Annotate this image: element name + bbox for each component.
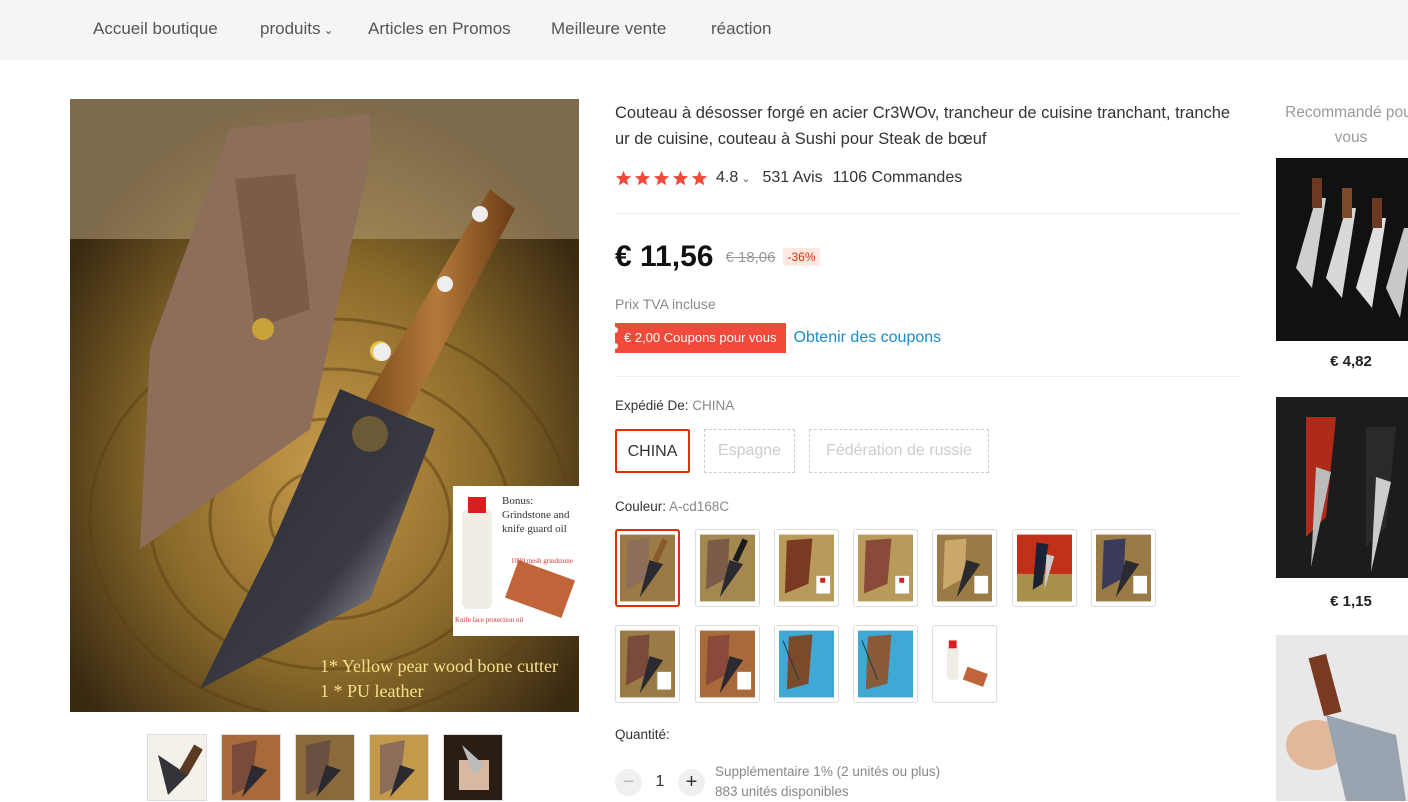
product-title: Couteau à désosser forgé en acier Cr3WOv… [615,104,1231,148]
discount-badge: -36% [783,248,820,266]
color-label-text: Couleur: [615,499,667,514]
recommended-product-image[interactable] [1276,635,1408,801]
bulk-discount-note: Supplémentaire 1% (2 unités ou plus) [715,764,941,779]
ship-option-russia[interactable]: Fédération de russie [809,429,989,473]
nav-item-products-label: produits [260,19,321,38]
oil-caption: Knife lace protection oil [455,616,524,624]
star-icon [653,170,670,185]
color-swatch[interactable] [853,529,918,607]
get-coupons-link[interactable]: Obtenir des coupons [794,329,942,347]
color-swatch[interactable] [932,529,997,607]
recommended-price: € 1,15 [1330,593,1372,610]
rating-value[interactable]: 4.8 [716,169,738,187]
main-product-image[interactable]: Bonus: Grindstone and knife guard oil 10… [70,99,579,712]
color-swatch[interactable] [695,529,760,607]
color-swatch[interactable] [1012,529,1077,607]
thumbnail-strip [147,734,503,801]
image-caption-line1: 1* Yellow pear wood bone cutter [320,656,558,676]
star-icon [691,170,708,185]
divider [615,376,1240,377]
color-swatch[interactable] [615,625,680,703]
stock-available: 883 unités disponibles [715,784,849,799]
top-nav: Accueil boutique produits ⌄ Articles en P… [0,0,1408,60]
quantity-stepper: − + Supplémentaire 1% (2 unités ou plus)… [615,762,940,802]
recommended-price: € 4,82 [1330,353,1372,370]
quantity-input[interactable] [642,773,678,791]
ship-from-label: Expédié De: CHINA [615,398,734,413]
thumbnail[interactable] [369,734,429,801]
recommend-title: Recommandé pour vous [1285,104,1408,146]
color-value: A-cd168C [669,499,730,514]
thumbnail[interactable] [443,734,503,801]
bonus-caption: Bonus: Grindstone and knife guard oil [502,495,570,535]
coupon-badge[interactable]: € 2,00 Coupons pour vous [612,323,786,353]
quantity-plus-button[interactable]: + [678,768,705,796]
chevron-down-icon[interactable]: ⌄ [741,172,750,185]
quantity-minus-button[interactable]: − [615,768,642,796]
vat-note: Prix TVA incluse [615,296,716,312]
ship-from-label-text: Expédié De: [615,398,689,413]
nav-item-promos[interactable]: Articles en Promos [368,19,511,39]
recommended-product-image[interactable] [1276,397,1408,578]
current-price: € 11,56 [615,240,714,273]
recommended-product-image[interactable] [1276,158,1408,341]
coupon-row: € 2,00 Coupons pour vous Obtenir des cou… [612,323,942,353]
thumbnail[interactable] [147,734,207,801]
thumbnail[interactable] [295,734,355,801]
nav-item-bestsellers[interactable]: Meilleure vente [551,19,666,39]
orders-count: 1106 Commandes [832,169,963,186]
rating-row: 4.8 ⌄ 531 Avis 1106 Commandes [615,169,962,187]
ship-option-china[interactable]: CHINA [615,429,690,473]
thumbnail[interactable] [221,734,281,801]
nav-item-products[interactable]: produits ⌄ [260,19,334,39]
quantity-info: Supplémentaire 1% (2 unités ou plus) 883… [715,762,940,802]
image-caption-line2: 1 * PU leather [320,681,424,701]
divider [615,213,1240,214]
price-row: € 11,56 € 18,06 -36% [615,240,820,274]
star-icon [634,170,651,185]
nav-item-feedback[interactable]: réaction [711,19,771,39]
color-swatch[interactable] [932,625,997,703]
color-swatch[interactable] [1091,529,1156,607]
original-price: € 18,06 [725,248,776,266]
reviews-count[interactable]: 531 Avis [762,169,822,187]
color-swatch[interactable] [615,529,680,607]
ship-from-value: CHINA [692,398,735,413]
star-icon [672,170,689,185]
color-label: Couleur: A-cd168C [615,499,729,514]
nav-item-home[interactable]: Accueil boutique [93,19,218,39]
color-swatch[interactable] [695,625,760,703]
chevron-down-icon: ⌄ [323,23,334,37]
quantity-label: Quantité: [615,727,670,742]
color-swatch[interactable] [853,625,918,703]
star-rating[interactable] [615,170,708,187]
color-swatch[interactable] [774,625,839,703]
grindstone-caption: 1000 mesh grindstone [511,557,573,565]
star-icon [615,170,632,185]
color-swatch[interactable] [774,529,839,607]
ship-option-spain[interactable]: Espagne [704,429,795,473]
